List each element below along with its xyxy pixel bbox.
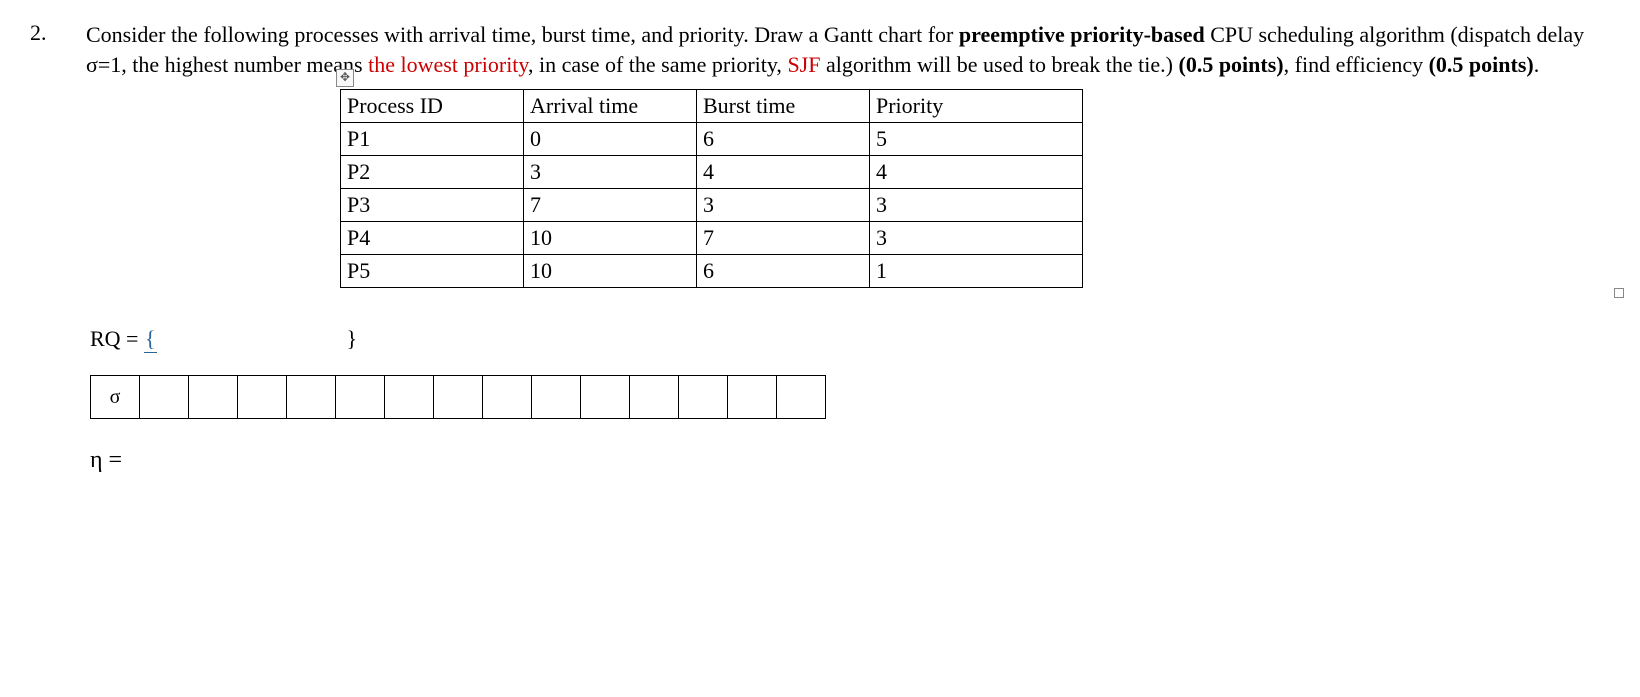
header-process-id: Process ID — [341, 90, 524, 123]
process-table-wrap: ✥ Process ID Arrival time Burst time Pri… — [340, 89, 1610, 288]
cell-arrival: 10 — [524, 255, 697, 288]
resize-handle-icon[interactable] — [1614, 288, 1624, 298]
move-icon[interactable]: ✥ — [336, 69, 354, 87]
gantt-cell — [140, 376, 189, 419]
cell-priority: 1 — [870, 255, 1083, 288]
header-arrival-time: Arrival time — [524, 90, 697, 123]
cell-pid: P4 — [341, 222, 524, 255]
table-row: P1 0 6 5 — [341, 123, 1083, 156]
answer-area: RQ = {} σ η = — [90, 326, 1610, 474]
cell-burst: 3 — [697, 189, 870, 222]
cell-arrival: 0 — [524, 123, 697, 156]
rq-label: RQ = — [90, 326, 144, 351]
gantt-row: σ — [91, 376, 826, 419]
efficiency-line: η = — [90, 447, 1610, 474]
table-row: P3 7 3 3 — [341, 189, 1083, 222]
qt-p6: SJF — [787, 52, 820, 77]
gantt-cell — [385, 376, 434, 419]
ready-queue-line: RQ = {} — [90, 326, 1610, 353]
qt-p7: algorithm will be used to break the tie.… — [820, 52, 1178, 77]
cell-arrival: 10 — [524, 222, 697, 255]
cell-burst: 7 — [697, 222, 870, 255]
question-text: Consider the following processes with ar… — [86, 20, 1610, 79]
question-number: 2. — [30, 20, 86, 46]
qt-p8: (0.5 points) — [1179, 52, 1284, 77]
cell-pid: P3 — [341, 189, 524, 222]
table-header-row: Process ID Arrival time Burst time Prior… — [341, 90, 1083, 123]
gantt-cell — [434, 376, 483, 419]
cell-arrival: 3 — [524, 156, 697, 189]
cell-burst: 6 — [697, 255, 870, 288]
table-row: P2 3 4 4 — [341, 156, 1083, 189]
header-priority: Priority — [870, 90, 1083, 123]
table-row: P4 10 7 3 — [341, 222, 1083, 255]
cell-pid: P1 — [341, 123, 524, 156]
gantt-chart: σ — [90, 375, 826, 419]
process-table: Process ID Arrival time Burst time Prior… — [340, 89, 1083, 288]
cell-priority: 4 — [870, 156, 1083, 189]
qt-p9: , find efficiency — [1284, 52, 1429, 77]
gantt-cell — [630, 376, 679, 419]
gantt-cell — [336, 376, 385, 419]
rq-close-brace: } — [347, 326, 358, 351]
header-burst-time: Burst time — [697, 90, 870, 123]
cell-burst: 4 — [697, 156, 870, 189]
qt-p4: the lowest priority — [368, 52, 528, 77]
gantt-cell — [483, 376, 532, 419]
cell-priority: 5 — [870, 123, 1083, 156]
cell-pid: P2 — [341, 156, 524, 189]
gantt-cell — [777, 376, 826, 419]
gantt-cell — [189, 376, 238, 419]
gantt-cell — [679, 376, 728, 419]
gantt-cell-sigma: σ — [91, 376, 140, 419]
gantt-cell — [532, 376, 581, 419]
table-row: P5 10 6 1 — [341, 255, 1083, 288]
gantt-cell — [238, 376, 287, 419]
gantt-cell — [287, 376, 336, 419]
rq-open-brace: { — [144, 326, 157, 353]
cell-burst: 6 — [697, 123, 870, 156]
qt-p5: , in case of the same priority, — [528, 52, 787, 77]
qt-p2: preemptive priority-based — [959, 22, 1205, 47]
gantt-cell — [581, 376, 630, 419]
cell-pid: P5 — [341, 255, 524, 288]
qt-p1: Consider the following processes with ar… — [86, 22, 959, 47]
qt-p11: . — [1534, 52, 1540, 77]
qt-p10: (0.5 points) — [1429, 52, 1534, 77]
question-row: 2. Consider the following processes with… — [30, 20, 1610, 79]
cell-arrival: 7 — [524, 189, 697, 222]
gantt-cell — [728, 376, 777, 419]
cell-priority: 3 — [870, 222, 1083, 255]
cell-priority: 3 — [870, 189, 1083, 222]
